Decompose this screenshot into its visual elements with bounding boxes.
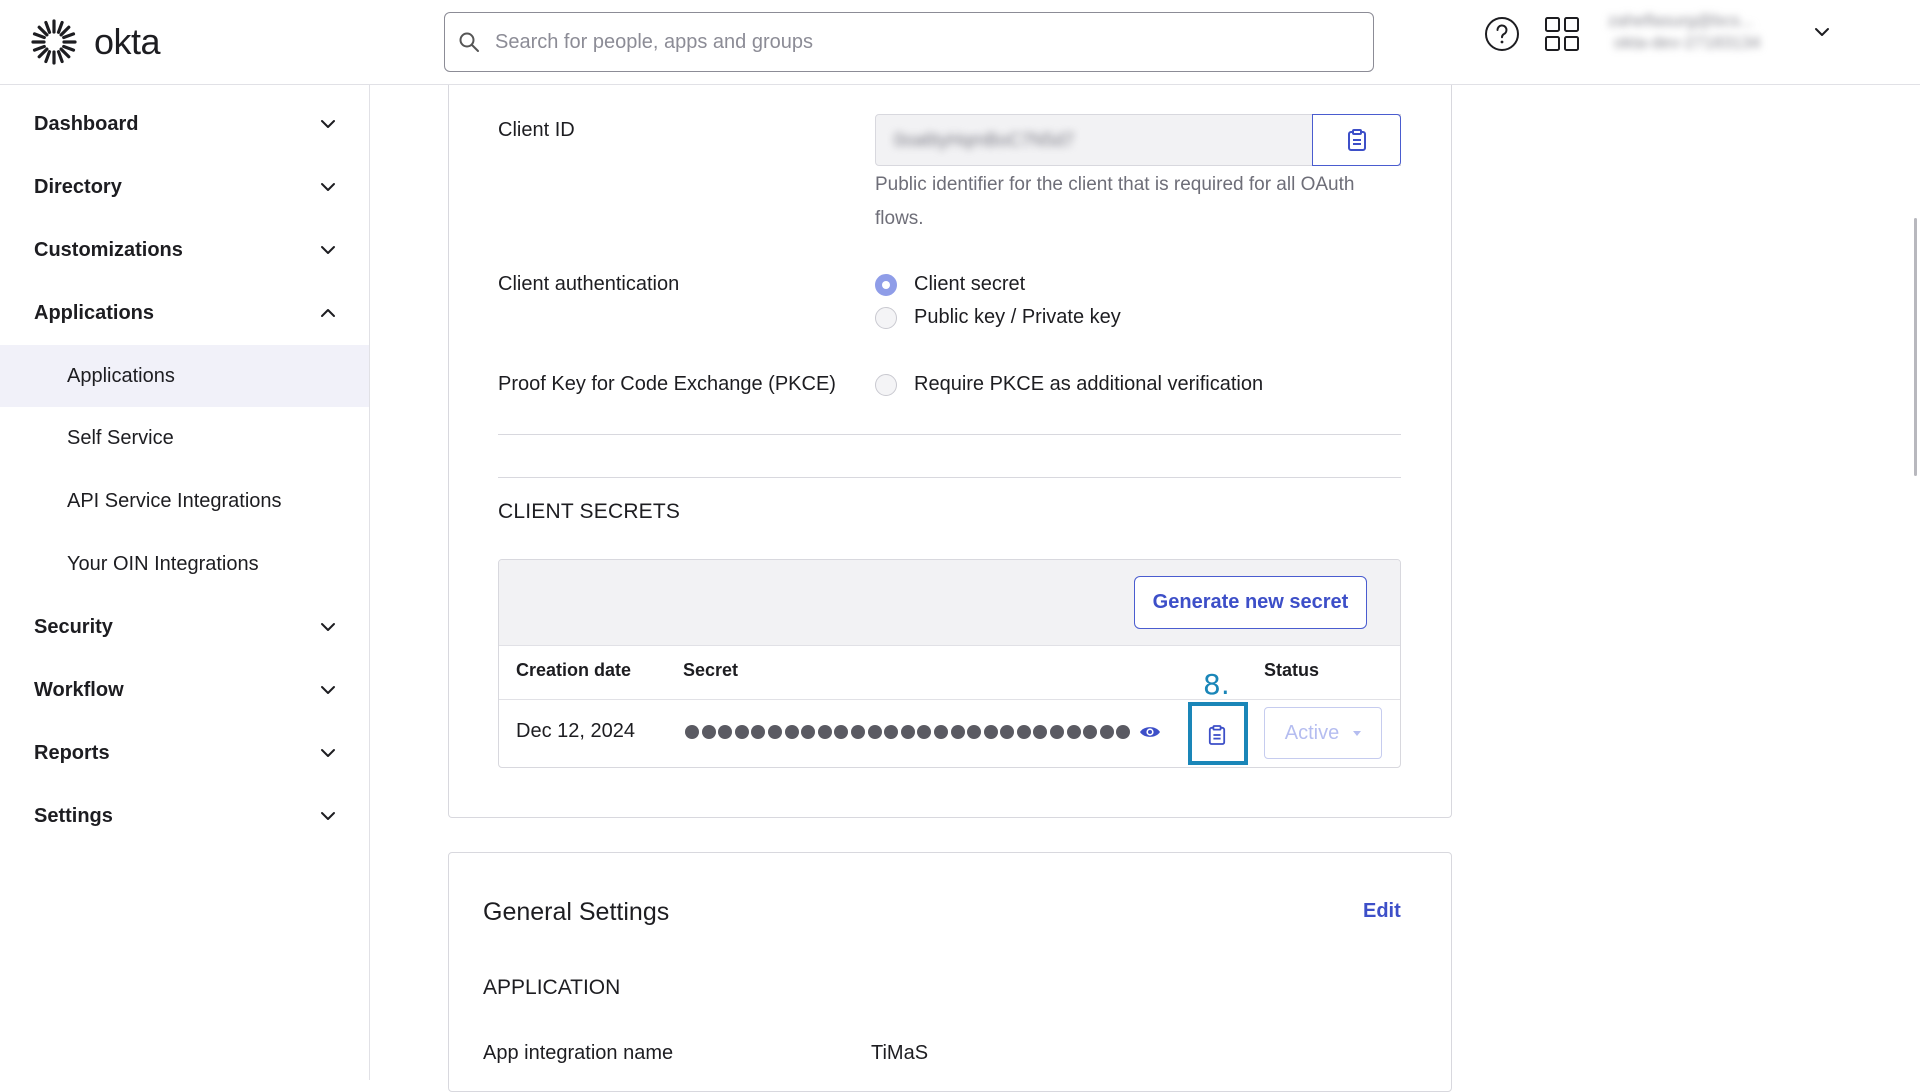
page-scrollbar[interactable] [1914, 218, 1917, 476]
pkce-label: Proof Key for Code Exchange (PKCE) [498, 373, 836, 395]
help-circle-icon[interactable] [1484, 16, 1520, 52]
radio-client-secret[interactable]: Client secret [875, 273, 1025, 296]
column-header-status: Status [1264, 660, 1320, 680]
sidebar-item-dashboard[interactable]: Dashboard [0, 93, 369, 155]
sidebar-item-label: Security [34, 615, 113, 638]
app-integration-name-value: TiMaS [871, 1042, 929, 1064]
sidebar-subitem-api-service-integrations[interactable]: API Service Integrations [0, 470, 369, 532]
chevron-down-icon [321, 686, 335, 694]
client-id-label: Client ID [498, 119, 575, 141]
user-org: okta-dev-27183134 [1614, 33, 1761, 52]
checkbox-require-pkce[interactable]: Require PKCE as additional verification [875, 373, 1263, 396]
sidebar-subitem-label: Your OIN Integrations [67, 552, 259, 575]
user-menu[interactable]: zaheflasurg@bcs... okta-dev-27183134 [1608, 10, 1798, 60]
radio-button[interactable] [875, 306, 897, 329]
checkbox[interactable] [875, 373, 897, 396]
search-icon [459, 32, 479, 52]
global-search[interactable] [444, 12, 1374, 72]
secret-status-value: Active [1284, 721, 1340, 744]
sidebar-item-label: Workflow [34, 678, 124, 701]
application-heading: APPLICATION [483, 976, 621, 999]
brand-name: okta [94, 21, 161, 62]
client-id-help-text: Public identifier for the client that is… [875, 174, 1355, 229]
chevron-down-icon [321, 246, 335, 254]
chevron-down-icon [321, 812, 335, 820]
sidebar-item-label: Applications [34, 301, 155, 324]
chevron-up-icon [321, 309, 335, 317]
sidebar-subitem-self-service[interactable]: Self Service [0, 407, 369, 469]
grid-apps-icon[interactable] [1544, 16, 1580, 52]
sidebar-item-label: Dashboard [34, 112, 139, 135]
client-id-value: 0oa6tyHqmBoC7N5d7 [894, 129, 1075, 150]
divider [498, 434, 1401, 435]
sidebar-subitem-label: API Service Integrations [67, 489, 282, 512]
divider [498, 477, 1401, 478]
row-divider [499, 699, 1400, 700]
secret-creation-date: Dec 12, 2024 [516, 720, 635, 742]
user-email: zaheflasurg@bcs... [1608, 11, 1754, 30]
clipboard-icon [1347, 129, 1366, 151]
chevron-down-icon [321, 749, 335, 757]
okta-logo[interactable]: okta [30, 16, 161, 68]
chevron-down-icon [321, 183, 335, 191]
chevron-down-icon [321, 120, 335, 128]
eye-icon[interactable] [1139, 724, 1161, 740]
sidebar-item-reports[interactable]: Reports [0, 722, 369, 784]
radio-label: Public key / Private key [914, 306, 1121, 328]
general-settings-card: General Settings Edit APPLICATION App in… [448, 852, 1452, 1092]
edit-general-settings-link[interactable]: Edit [1363, 900, 1401, 923]
chevron-down-icon [321, 623, 335, 631]
secret-status-select[interactable]: Active [1264, 707, 1382, 759]
sidebar-subitem-label: Applications [67, 364, 175, 387]
client-auth-label: Client authentication [498, 273, 680, 295]
okta-sunburst-icon [31, 19, 77, 65]
radio-public-private-key[interactable]: Public key / Private key [875, 306, 1121, 329]
secrets-toolbar: Generate new secret [499, 560, 1400, 646]
sidebar-item-security[interactable]: Security [0, 596, 369, 658]
radio-button[interactable] [875, 273, 897, 296]
general-settings-title: General Settings [483, 898, 670, 926]
sidebar-nav: Dashboard Directory Customizations Appli… [0, 85, 370, 1080]
generate-new-secret-button[interactable]: Generate new secret [1134, 576, 1367, 629]
sidebar-subitem-label: Self Service [67, 426, 174, 449]
sidebar-item-directory[interactable]: Directory [0, 156, 369, 218]
radio-label: Client secret [914, 273, 1026, 295]
chevron-down-icon[interactable] [1812, 22, 1832, 42]
sidebar-item-applications[interactable]: Applications [0, 282, 369, 344]
column-header-secret: Secret [683, 660, 739, 680]
sidebar-item-settings[interactable]: Settings [0, 785, 369, 847]
sidebar-subitem-applications[interactable]: Applications [0, 345, 369, 407]
sidebar-item-label: Settings [34, 804, 113, 827]
sidebar-item-workflow[interactable]: Workflow [0, 659, 369, 721]
sidebar-item-customizations[interactable]: Customizations [0, 219, 369, 281]
client-secrets-table: Generate new secret Creation date Secret… [498, 559, 1401, 768]
search-input[interactable] [493, 29, 1353, 55]
sidebar-item-label: Reports [34, 741, 110, 764]
sidebar-item-label: Customizations [34, 238, 183, 261]
step-highlight-box [1188, 702, 1248, 765]
step-annotation-label: 8. [1203, 668, 1230, 701]
column-header-creation-date: Creation date [516, 660, 632, 680]
top-bar: okta zaheflasurg@bcs... okta-dev-2718313… [0, 0, 1920, 85]
sidebar-item-label: Directory [34, 175, 122, 198]
masked-secret [685, 723, 1133, 745]
caret-down-icon [1353, 730, 1362, 736]
checkbox-label: Require PKCE as additional verification [914, 373, 1264, 395]
app-integration-name-label: App integration name [483, 1042, 674, 1064]
sidebar-subitem-oin-integrations[interactable]: Your OIN Integrations [0, 533, 369, 595]
copy-client-id-button[interactable] [1312, 114, 1401, 166]
client-secrets-heading: CLIENT SECRETS [498, 500, 681, 523]
